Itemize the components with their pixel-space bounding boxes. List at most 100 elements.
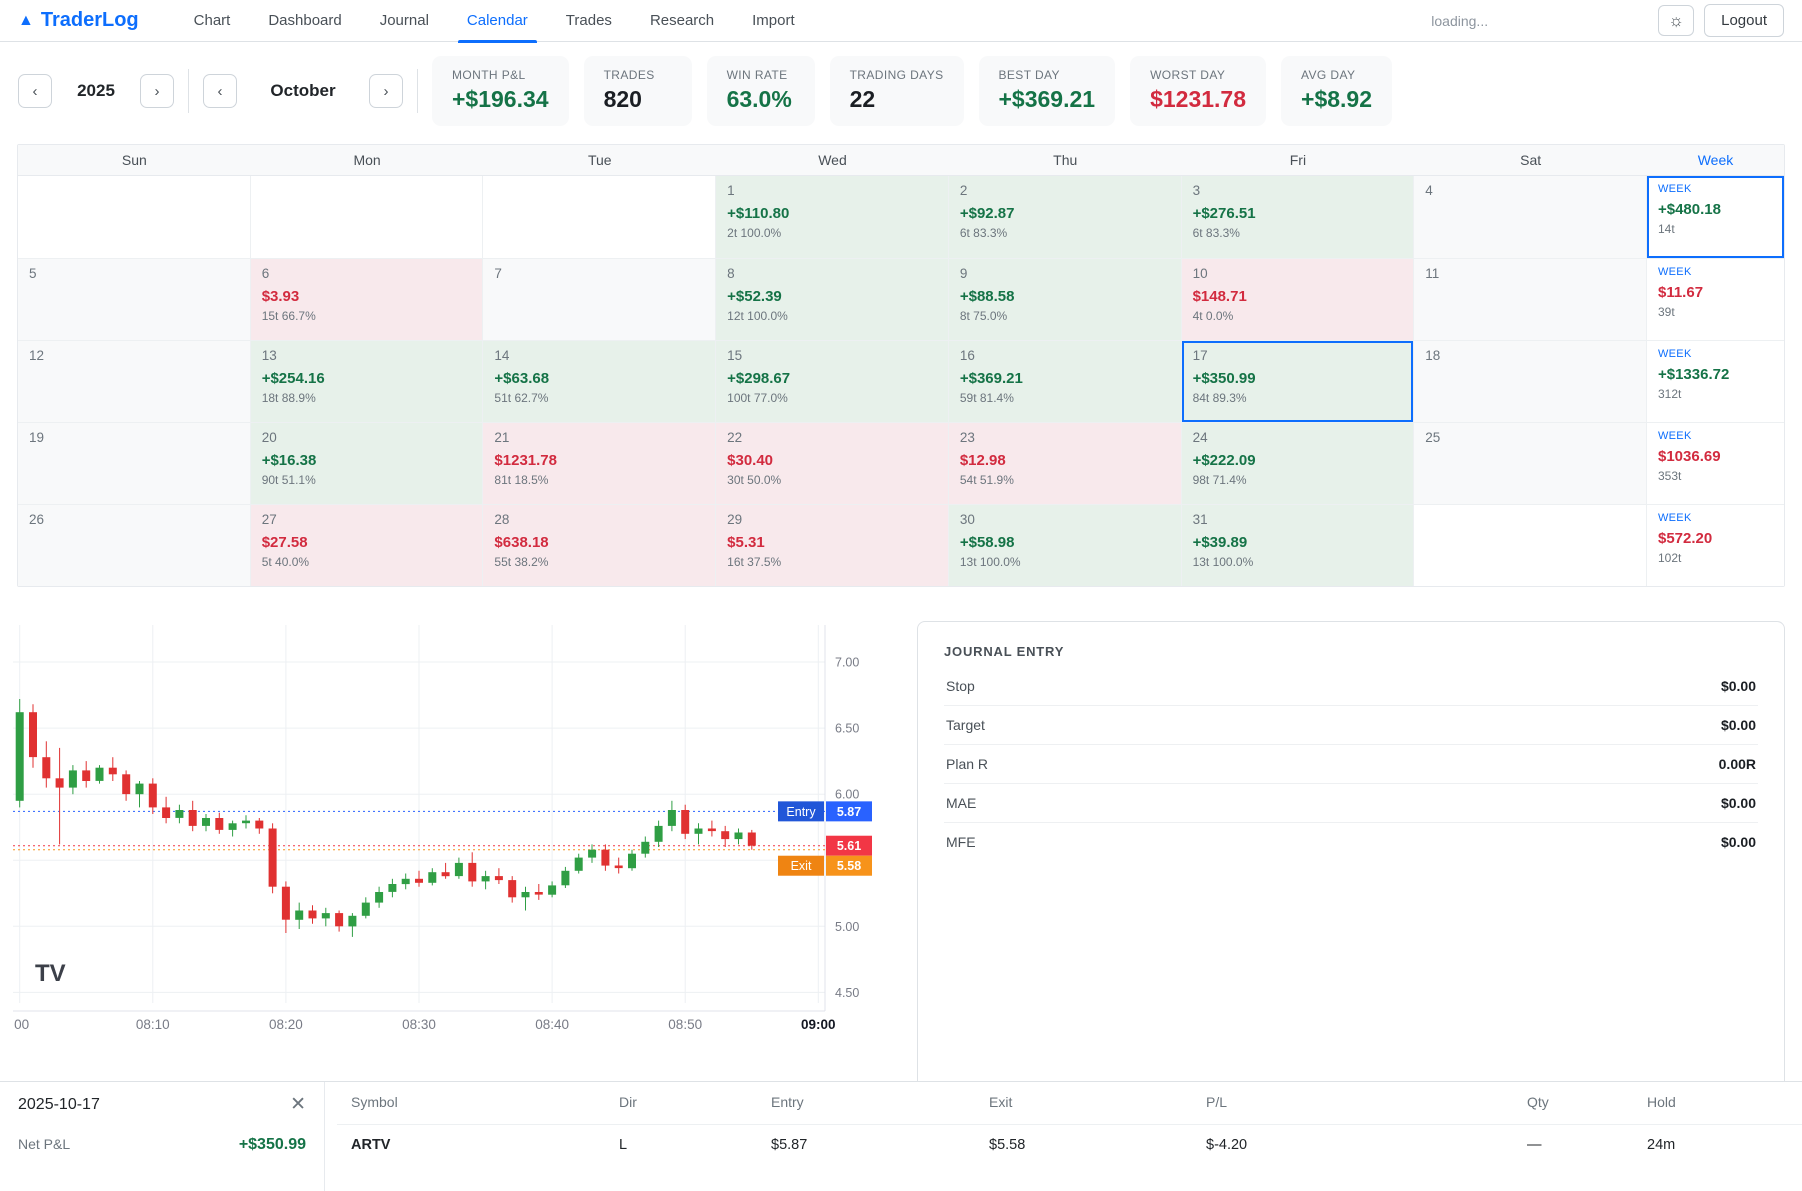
marker-label-text: Exit (791, 859, 812, 873)
calendar-day-19[interactable]: 19 (18, 422, 251, 504)
candle-body (282, 887, 290, 920)
calendar-day-17[interactable]: 17+$350.9984t 89.3% (1182, 340, 1415, 422)
calendar-day-24[interactable]: 24+$222.0998t 71.4% (1182, 422, 1415, 504)
nav-item-chart[interactable]: Chart (175, 0, 250, 42)
week-summary-5[interactable]: WEEK$572.20102t (1647, 504, 1784, 586)
prev-month-button[interactable]: ‹ (203, 74, 237, 108)
candle-body (681, 810, 689, 834)
price-chart[interactable]: :0008:1008:2008:3008:4008:5009:007.006.5… (13, 621, 881, 1131)
day-pnl: +$110.80 (727, 205, 937, 222)
nav-item-research[interactable]: Research (631, 0, 733, 42)
day-trades-winrate: 81t 18.5% (494, 473, 704, 487)
journal-row-label: MAE (946, 795, 976, 811)
calendar-day-4[interactable]: 4 (1414, 176, 1647, 258)
candle-body (388, 884, 396, 892)
calendar-empty-cell (251, 176, 484, 258)
candle-body (428, 872, 436, 883)
y-axis-tick: 5.00 (835, 920, 859, 934)
day-number: 12 (29, 348, 239, 363)
day-pnl: +$222.09 (1193, 452, 1403, 469)
day-trades-winrate: 15t 66.7% (262, 309, 472, 323)
stat-label: TRADES (604, 68, 672, 82)
day-pnl: $638.18 (494, 534, 704, 551)
loading-status: loading... (1431, 13, 1488, 29)
trade-row[interactable]: ARTVL$5.87$5.58$-4.20—24m (337, 1124, 1802, 1153)
calendar-day-26[interactable]: 26 (18, 504, 251, 586)
candle-body (721, 831, 729, 839)
candle-body (402, 879, 410, 884)
calendar-header-wed: Wed (716, 145, 949, 175)
journal-entry-panel: JOURNAL ENTRY Stop$0.00Target$0.00Plan R… (917, 621, 1785, 1131)
calendar-day-21[interactable]: 21$1231.7881t 18.5% (483, 422, 716, 504)
day-trades-winrate: 59t 81.4% (960, 391, 1170, 405)
close-detail-button[interactable]: ✕ (290, 1095, 306, 1114)
calendar-day-31[interactable]: 31+$39.8913t 100.0% (1182, 504, 1415, 586)
calendar-day-6[interactable]: 6$3.9315t 66.7% (251, 258, 484, 340)
theme-toggle-button[interactable]: ☼ (1658, 5, 1694, 36)
calendar-day-29[interactable]: 29$5.3116t 37.5% (716, 504, 949, 586)
candle-body (522, 892, 530, 897)
week-pnl: $572.20 (1658, 530, 1773, 547)
logout-button[interactable]: Logout (1704, 4, 1784, 37)
net-pnl-value: +$350.99 (239, 1136, 306, 1154)
candle-body (495, 876, 503, 880)
day-number: 11 (1425, 266, 1635, 281)
day-number: 14 (494, 348, 704, 363)
calendar-day-16[interactable]: 16+$369.2159t 81.4% (949, 340, 1182, 422)
prev-year-button[interactable]: ‹ (18, 74, 52, 108)
candle-body (269, 829, 277, 887)
week-summary-4[interactable]: WEEK$1036.69353t (1647, 422, 1784, 504)
calendar-body: 1+$110.802t 100.0%2+$92.876t 83.3%3+$276… (18, 176, 1784, 586)
day-pnl: $3.93 (262, 288, 472, 305)
calendar-day-12[interactable]: 12 (18, 340, 251, 422)
calendar-day-3[interactable]: 3+$276.516t 83.3% (1182, 176, 1415, 258)
journal-row-value: $0.00 (1721, 795, 1756, 811)
calendar-day-18[interactable]: 18 (1414, 340, 1647, 422)
logo-triangle-icon: ▲ (18, 12, 34, 30)
calendar-header-sun: Sun (18, 145, 251, 175)
day-trades-winrate: 2t 100.0% (727, 226, 937, 240)
calendar-day-15[interactable]: 15+$298.67100t 77.0% (716, 340, 949, 422)
week-tag: WEEK (1658, 348, 1773, 360)
calendar-day-9[interactable]: 9+$88.588t 75.0% (949, 258, 1182, 340)
calendar-day-28[interactable]: 28$638.1855t 38.2% (483, 504, 716, 586)
candle-body (56, 778, 64, 787)
candle-body (242, 821, 250, 824)
next-month-button[interactable]: › (369, 74, 403, 108)
nav-item-trades[interactable]: Trades (547, 0, 631, 42)
calendar-day-11[interactable]: 11 (1414, 258, 1647, 340)
day-trades-winrate: 6t 83.3% (1193, 226, 1403, 240)
nav-item-journal[interactable]: Journal (361, 0, 448, 42)
calendar-header-mon: Mon (251, 145, 484, 175)
candlestick-chart-canvas[interactable]: :0008:1008:2008:3008:4008:5009:007.006.5… (13, 621, 881, 1047)
next-year-button[interactable]: › (140, 74, 174, 108)
calendar-day-27[interactable]: 27$27.585t 40.0% (251, 504, 484, 586)
calendar-day-13[interactable]: 13+$254.1618t 88.9% (251, 340, 484, 422)
week-summary-2[interactable]: WEEK$11.6739t (1647, 258, 1784, 340)
calendar-day-14[interactable]: 14+$63.6851t 62.7% (483, 340, 716, 422)
calendar-day-8[interactable]: 8+$52.3912t 100.0% (716, 258, 949, 340)
calendar-day-10[interactable]: 10$148.714t 0.0% (1182, 258, 1415, 340)
y-axis-tick: 6.00 (835, 788, 859, 802)
app-logo[interactable]: ▲ TraderLog (18, 9, 139, 32)
candle-body (668, 810, 676, 826)
day-pnl: +$254.16 (262, 370, 472, 387)
calendar-day-30[interactable]: 30+$58.9813t 100.0% (949, 504, 1182, 586)
week-summary-3[interactable]: WEEK+$1336.72312t (1647, 340, 1784, 422)
nav-item-import[interactable]: Import (733, 0, 814, 42)
nav-item-dashboard[interactable]: Dashboard (249, 0, 360, 42)
calendar-day-25[interactable]: 25 (1414, 422, 1647, 504)
calendar-day-22[interactable]: 22$30.4030t 50.0% (716, 422, 949, 504)
calendar-header-sat: Sat (1414, 145, 1647, 175)
calendar-day-2[interactable]: 2+$92.876t 83.3% (949, 176, 1182, 258)
nav-item-calendar[interactable]: Calendar (448, 0, 547, 42)
candle-body (362, 903, 370, 916)
calendar-day-23[interactable]: 23$12.9854t 51.9% (949, 422, 1182, 504)
calendar-day-5[interactable]: 5 (18, 258, 251, 340)
week-summary-1[interactable]: WEEK+$480.1814t (1647, 176, 1784, 258)
x-axis-tick: :00 (13, 1017, 29, 1032)
calendar-day-7[interactable]: 7 (483, 258, 716, 340)
calendar-week-row: 1213+$254.1618t 88.9%14+$63.6851t 62.7%1… (18, 340, 1784, 422)
calendar-day-1[interactable]: 1+$110.802t 100.0% (716, 176, 949, 258)
calendar-day-20[interactable]: 20+$16.3890t 51.1% (251, 422, 484, 504)
